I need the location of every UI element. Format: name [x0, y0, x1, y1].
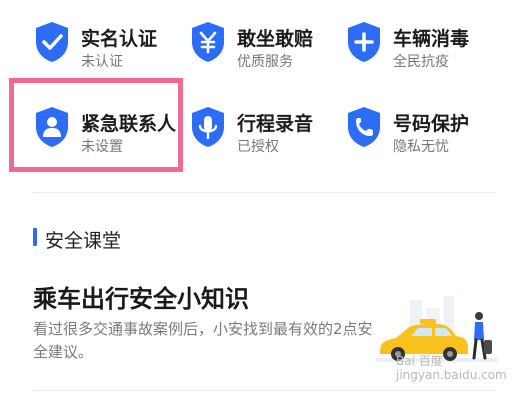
mic-shield-icon: [192, 107, 224, 147]
section-title: 安全课堂: [45, 230, 122, 252]
service-title: 实名认证: [81, 28, 158, 50]
service-subtitle: 优质服务: [237, 54, 293, 70]
safety-services-grid: 实名认证 未认证 敢坐敢赔 优质服务 车辆消毒 全民抗疫 紧急联系人 未设置 行…: [0, 0, 516, 180]
highlight-box: [9, 78, 183, 172]
service-number-protection[interactable]: 号码保护 隐私无忧: [345, 105, 505, 175]
service-title: 号码保护: [393, 113, 470, 135]
article-title[interactable]: 乘车出行安全小知识: [33, 279, 249, 314]
yuan-shield-icon: [192, 22, 224, 62]
service-subtitle: 已授权: [237, 139, 279, 155]
phone-shield-icon: [348, 107, 380, 147]
article-description: 看过很多交通事故案例后，小安找到最有效的2点安全建议。: [33, 320, 373, 361]
service-subtitle: 隐私无忧: [393, 139, 449, 155]
watermark-url: jingyan.baidu.com: [396, 368, 507, 382]
watermark-brand: Bai 百度: [396, 354, 443, 368]
service-title: 敢坐敢赔: [237, 28, 314, 50]
service-safe-ride-compensation[interactable]: 敢坐敢赔 优质服务: [189, 20, 349, 90]
service-title: 车辆消毒: [393, 28, 470, 50]
watermark: Bai 百度 jingyan.baidu.com: [396, 354, 507, 382]
service-trip-recording[interactable]: 行程录音 已授权: [189, 105, 349, 175]
divider: [33, 390, 496, 391]
section-accent-bar: [33, 228, 37, 246]
service-subtitle: 全民抗疫: [393, 54, 449, 70]
service-vehicle-disinfection[interactable]: 车辆消毒 全民抗疫: [345, 20, 505, 90]
service-subtitle: 未认证: [81, 54, 123, 70]
divider: [33, 192, 496, 193]
check-shield-icon: [36, 22, 68, 62]
service-title: 行程录音: [237, 113, 314, 135]
plus-shield-icon: [348, 22, 380, 62]
